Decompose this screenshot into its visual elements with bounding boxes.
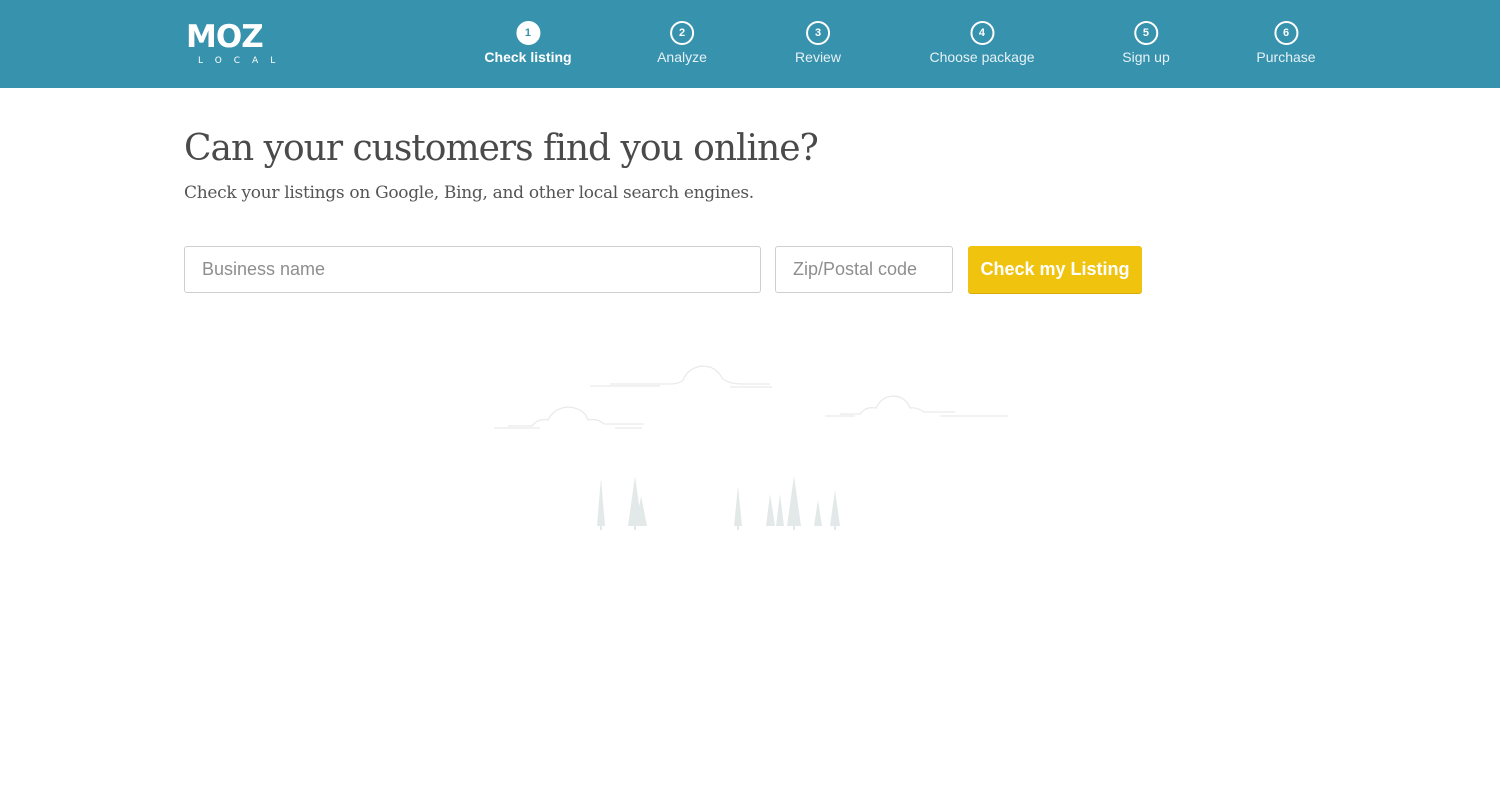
step-label: Analyze: [657, 49, 707, 65]
tree-icon: [830, 490, 840, 530]
step-label: Check listing: [484, 49, 572, 65]
tree-icon: [787, 476, 801, 530]
step-label: Review: [795, 49, 841, 65]
trees: [597, 476, 840, 530]
step-number-badge: 4: [969, 21, 994, 45]
step-label: Sign up: [1122, 49, 1170, 65]
logo-product-name: LOCAL: [198, 56, 288, 66]
step-check-listing[interactable]: 1 Check listing: [484, 21, 572, 65]
step-number-badge: 2: [670, 21, 694, 45]
tree-icon: [734, 486, 742, 530]
step-number-badge: 6: [1274, 21, 1298, 45]
step-sign-up[interactable]: 5 Sign up: [1122, 21, 1170, 65]
cloud-icon: [494, 406, 644, 429]
step-label: Choose package: [929, 49, 1035, 65]
step-label: Purchase: [1256, 49, 1316, 65]
step-choose-package[interactable]: 4 Choose package: [929, 21, 1035, 65]
step-number-badge: 1: [515, 21, 540, 45]
cloud-icon: [590, 365, 772, 388]
moz-local-logo[interactable]: MOZ LOCAL: [186, 22, 288, 70]
logo-wordmark: MOZ: [186, 19, 264, 55]
step-number-badge: 5: [1133, 21, 1158, 45]
landscape-illustration: [494, 365, 1008, 530]
business-name-input[interactable]: [184, 246, 761, 293]
tree-icon: [776, 494, 784, 526]
tree-icon: [814, 500, 822, 526]
tree-icon: [766, 494, 775, 526]
step-purchase[interactable]: 6 Purchase: [1256, 21, 1316, 65]
zip-code-input[interactable]: [775, 246, 953, 293]
check-my-listing-button[interactable]: Check my Listing: [968, 246, 1142, 293]
step-analyze[interactable]: 2 Analyze: [657, 21, 707, 65]
page-title: Can your customers find you online?: [184, 128, 819, 169]
step-review[interactable]: 3 Review: [795, 21, 841, 65]
cloud-icon: [825, 395, 1008, 417]
clouds: [494, 365, 1008, 429]
page-subtitle: Check your listings on Google, Bing, and…: [184, 183, 754, 203]
top-header: MOZ LOCAL 1 Check listing 2 Analyze 3 Re…: [0, 0, 1500, 88]
step-number-badge: 3: [806, 21, 830, 45]
tree-icon: [597, 478, 605, 530]
